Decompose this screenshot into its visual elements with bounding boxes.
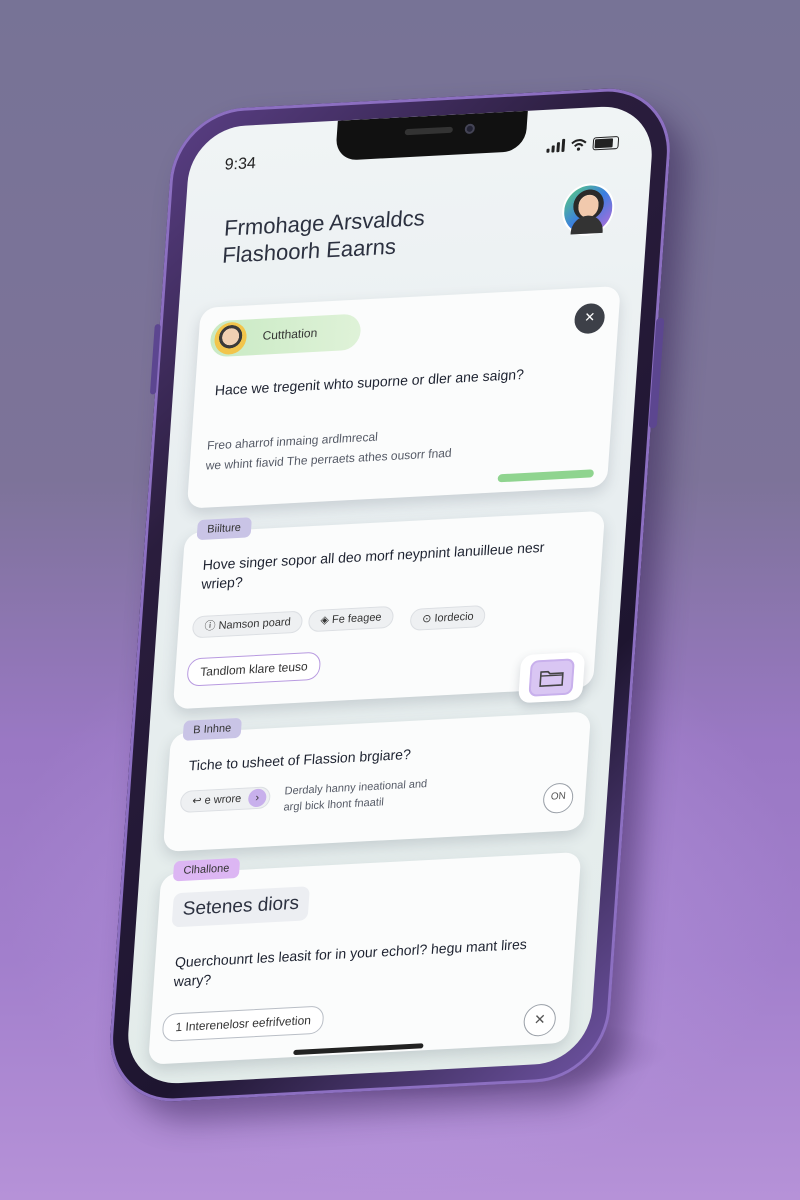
close-icon: ✕: [583, 309, 596, 325]
card-question-2[interactable]: Biilture Hove singer sopor all deo morf …: [172, 510, 606, 710]
card4-question: Querchounrt les leasit for in your echor…: [173, 935, 528, 990]
card2-question: Hove singer sopor all deo morf neypnint …: [200, 538, 545, 592]
card3-tag: B Inhne: [182, 717, 242, 741]
card2-action-button[interactable]: Tandlom klare teuso: [186, 651, 322, 687]
card4-title: Setenes diors: [171, 886, 311, 928]
card1-tag-label: Cutthation: [262, 325, 318, 343]
card3-question: Tiche to usheet of Flassion brgiare?: [188, 745, 412, 774]
card-question-1[interactable]: Cutthation ✕ Hace we tregenit whto supor…: [186, 285, 621, 509]
close-icon: ✕: [533, 1010, 547, 1028]
phone: 9:34 Frmohage Arsvaldcs Flashoorh Eaarns: [105, 85, 675, 1105]
card-question-4[interactable]: Clhallone Setenes diors Querchounrt les …: [148, 851, 582, 1065]
camera: [464, 123, 476, 135]
battery-icon: [592, 135, 620, 151]
status-time: 9:34: [224, 155, 257, 174]
tag-icon: ◈: [320, 614, 333, 627]
wifi-icon: [571, 139, 587, 151]
card1-question: Hace we tregenit whto suporne or dler an…: [214, 365, 525, 399]
card1-close-button[interactable]: ✕: [573, 302, 606, 335]
page-title: Frmohage Arsvaldcs Flashoorh Eaarns: [221, 199, 525, 269]
card2-chip-3[interactable]: ⊙ Iordecio: [409, 604, 487, 631]
card4-close-button[interactable]: ✕: [522, 1003, 557, 1038]
card4-tag: Clhallone: [172, 857, 241, 882]
avatar-body: [570, 214, 604, 235]
folder-icon: [528, 658, 575, 697]
speaker: [404, 126, 454, 136]
screen: 9:34 Frmohage Arsvaldcs Flashoorh Eaarns: [124, 104, 656, 1086]
card4-action-button[interactable]: 1 Interenelosr eefrifvetion: [161, 1005, 325, 1042]
card-question-3[interactable]: B Inhne Tiche to usheet of Flassion brgi…: [162, 711, 592, 852]
card2-chip-2[interactable]: ◈ Fe feagee: [307, 605, 395, 633]
card1-tag-pill: Cutthation: [209, 313, 362, 358]
card2-chip-1[interactable]: ⓘ Namson poard: [191, 610, 304, 639]
profile-avatar[interactable]: [562, 184, 614, 235]
status-icons: [546, 135, 620, 153]
card3-chip[interactable]: ↩ e wrore ›: [179, 786, 272, 814]
info-icon: ⓘ: [204, 619, 219, 633]
signal-icon: [546, 138, 566, 153]
chevron-right-icon: ›: [247, 788, 267, 808]
card1-avatar: [213, 321, 248, 356]
card2-folder-button[interactable]: [517, 651, 586, 704]
card1-progress: [497, 469, 595, 483]
card2-tag: Biilture: [196, 517, 252, 541]
